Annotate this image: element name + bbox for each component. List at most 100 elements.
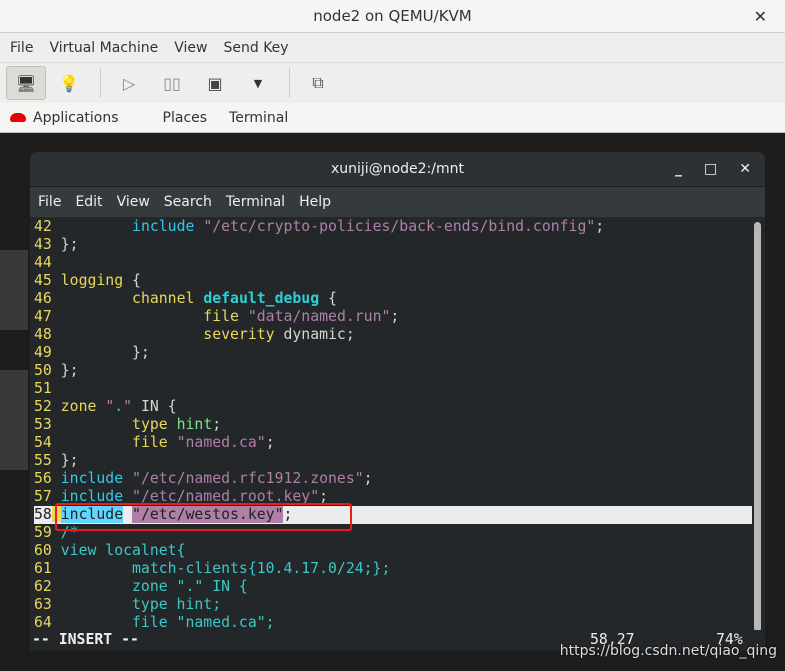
code-token: "data/named.run" — [247, 308, 391, 325]
tmenu-edit[interactable]: Edit — [75, 194, 102, 210]
code-line: 51 — [34, 380, 752, 398]
line-number: 62 — [34, 578, 52, 595]
editor-text[interactable]: 42 include "/etc/crypto-policies/back-en… — [30, 218, 752, 632]
code-line: 62 zone "." IN { — [34, 578, 752, 596]
line-number: 51 — [34, 380, 52, 397]
desktop-icon[interactable] — [0, 250, 28, 330]
menubar: File Virtual Machine View Send Key — [0, 33, 785, 63]
code-token: include — [60, 470, 124, 487]
watermark: https://blog.csdn.net/qiao_qing — [559, 643, 777, 659]
code-token: ; — [363, 470, 373, 487]
line-number: 49 — [34, 344, 52, 361]
maximize-icon[interactable]: □ — [704, 152, 717, 187]
code-line: 63 type hint; — [34, 596, 752, 614]
line-number: 50 — [34, 362, 52, 379]
play-icon[interactable]: ▷ — [109, 66, 149, 100]
tmenu-search[interactable]: Search — [164, 194, 212, 210]
line-number: 57 — [34, 488, 52, 505]
code-line: 54 file "named.ca"; — [34, 434, 752, 452]
applications-label: Applications — [33, 109, 119, 126]
code-line: 47 file "data/named.run"; — [34, 308, 752, 326]
tmenu-terminal[interactable]: Terminal — [226, 194, 285, 210]
terminal-titlebar: xuniji@node2:/mnt _ □ ✕ — [30, 152, 765, 187]
code-token: { — [319, 290, 337, 307]
menu-file[interactable]: File — [10, 40, 33, 56]
code-token: type hint; — [60, 596, 222, 613]
redhat-icon — [10, 113, 26, 122]
menu-virtual-machine[interactable]: Virtual Machine — [49, 40, 158, 56]
line-number: 48 — [34, 326, 52, 343]
line-number: 55 — [34, 452, 52, 469]
line-number: 45 — [34, 272, 52, 289]
code-line: 60 view localnet{ — [34, 542, 752, 560]
terminal-window: xuniji@node2:/mnt _ □ ✕ File Edit View Sea… — [30, 152, 765, 651]
lightbulb-icon[interactable]: 💡 — [49, 66, 89, 100]
code-token: zone — [60, 398, 97, 415]
dropdown-icon[interactable]: ▼ — [238, 66, 278, 100]
code-token: logging — [60, 272, 124, 289]
monitor-icon[interactable]: 🖥 — [6, 66, 46, 100]
code-token: ; — [212, 416, 222, 433]
line-number: 59 — [34, 524, 52, 541]
menu-send-key[interactable]: Send Key — [223, 40, 288, 56]
code-token: }; — [60, 362, 79, 379]
tmenu-help[interactable]: Help — [299, 194, 331, 210]
mode-indicator: -- INSERT -- — [32, 631, 139, 648]
screens-icon[interactable]: ⧉ — [298, 66, 338, 100]
line-number: 52 — [34, 398, 52, 415]
line-number: 61 — [34, 560, 52, 577]
code-token: "/etc/named.rfc1912.zones" — [132, 470, 364, 487]
code-line: 48 severity dynamic; — [34, 326, 752, 344]
line-number: 58 — [34, 506, 52, 523]
scrollbar[interactable] — [754, 222, 761, 632]
line-number: 43 — [34, 236, 52, 253]
gnome-top-bar: Applications Places Terminal — [0, 103, 785, 133]
minimize-icon[interactable]: _ — [675, 152, 682, 187]
terminal-title: xuniji@node2:/mnt — [331, 161, 464, 177]
code-token: file — [203, 308, 239, 325]
tmenu-view[interactable]: View — [117, 194, 150, 210]
line-number: 54 — [34, 434, 52, 451]
power-icon[interactable]: ▣ — [195, 66, 235, 100]
highlight-annotation — [55, 503, 352, 531]
close-icon[interactable]: ✕ — [739, 152, 751, 187]
code-line: 56 include "/etc/named.rfc1912.zones"; — [34, 470, 752, 488]
code-token: channel — [132, 290, 195, 307]
desktop-icon[interactable] — [0, 370, 28, 470]
code-line: 55 }; — [34, 452, 752, 470]
line-number: 64 — [34, 614, 52, 631]
terminal-menu[interactable]: Terminal — [229, 110, 288, 126]
menu-view[interactable]: View — [174, 40, 207, 56]
code-token: . — [114, 398, 124, 415]
line-number: 53 — [34, 416, 52, 433]
close-icon[interactable]: ✕ — [754, 0, 767, 33]
code-line: 44 — [34, 254, 752, 272]
applications-menu[interactable]: Applications — [10, 110, 141, 126]
code-line: 52 zone "." IN { — [34, 398, 752, 416]
code-line: 43 }; — [34, 236, 752, 254]
code-token: ; — [390, 308, 400, 325]
window-titlebar: node2 on QEMU/KVM ✕ — [0, 0, 785, 33]
code-line: 45 logging { — [34, 272, 752, 290]
tmenu-file[interactable]: File — [38, 194, 61, 210]
code-token: { — [123, 272, 141, 289]
code-token: IN { — [132, 398, 177, 415]
code-token: "/etc/crypto-policies/back-ends/bind.con… — [203, 218, 596, 235]
places-menu[interactable]: Places — [163, 110, 208, 126]
window-title: node2 on QEMU/KVM — [313, 7, 472, 25]
code-line: 53 type hint; — [34, 416, 752, 434]
code-token: }; — [60, 344, 150, 361]
code-token: type — [132, 416, 168, 433]
code-token: ; — [265, 434, 275, 451]
pause-icon[interactable]: ▯▯ — [152, 66, 192, 100]
code-token: hint — [176, 416, 213, 433]
